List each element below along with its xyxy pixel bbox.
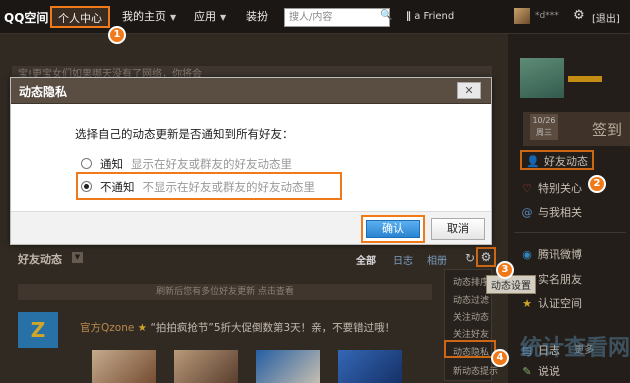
- option-notify[interactable]: 通知 显示在好友或群友的好友动态里: [81, 156, 292, 172]
- callout-badge: 3: [496, 261, 514, 279]
- qzone-page: QQ空间 个人中心 我的主页 ▼ 应用 ▼ 装扮 搜人/内容 🔍 ∥ a Frien…: [0, 0, 630, 383]
- chevron-down-icon: ▼: [170, 13, 177, 22]
- nav-personal-center[interactable]: 个人中心: [50, 6, 110, 28]
- friend-label: a Friend: [414, 11, 455, 22]
- search-input[interactable]: 搜人/内容: [284, 8, 390, 27]
- option-label: 通知: [100, 157, 123, 171]
- option-highlight: [76, 172, 342, 200]
- chevron-down-icon: ▼: [220, 13, 227, 22]
- close-icon[interactable]: ✕: [457, 82, 481, 99]
- avatar[interactable]: [514, 8, 530, 24]
- gear-icon[interactable]: ⚙: [573, 8, 585, 23]
- dialog-question: 选择自己的动态更新是否通知到所有好友：: [75, 127, 294, 141]
- nav-my-homepage-label: 我的主页: [122, 10, 166, 23]
- nav-apps[interactable]: 应用 ▼: [188, 6, 232, 28]
- radio-notify[interactable]: [81, 158, 92, 169]
- username[interactable]: *d***: [535, 11, 559, 21]
- top-bar: QQ空间 个人中心 我的主页 ▼ 应用 ▼ 装扮 搜人/内容 🔍 ∥ a Frien…: [0, 0, 630, 34]
- dialog-header: 动态隐私 ✕: [11, 78, 491, 104]
- callout-badge: 4: [491, 349, 509, 367]
- nav-apps-label: 应用: [194, 10, 216, 23]
- pause-icon: ∥: [406, 11, 411, 22]
- search-icon[interactable]: 🔍: [380, 10, 392, 21]
- option-desc: 显示在好友或群友的好友动态里: [131, 157, 292, 171]
- friend-text: ∥ a Friend: [406, 11, 454, 22]
- nav-my-homepage[interactable]: 我的主页 ▼: [116, 6, 182, 28]
- privacy-dialog: 动态隐私 ✕ 选择自己的动态更新是否通知到所有好友： 通知 显示在好友或群友的好友…: [10, 77, 492, 245]
- dialog-title: 动态隐私: [19, 85, 68, 99]
- qzone-logo[interactable]: QQ空间: [4, 9, 48, 26]
- nav-decorate[interactable]: 装扮: [240, 6, 274, 28]
- cancel-button[interactable]: 取消: [431, 218, 485, 240]
- confirm-label: 确认: [366, 220, 420, 238]
- callout-badge: 1: [108, 26, 126, 44]
- logout-link[interactable]: [退出]: [592, 10, 620, 25]
- callout-badge: 2: [588, 175, 606, 193]
- confirm-button[interactable]: 确认: [361, 215, 425, 243]
